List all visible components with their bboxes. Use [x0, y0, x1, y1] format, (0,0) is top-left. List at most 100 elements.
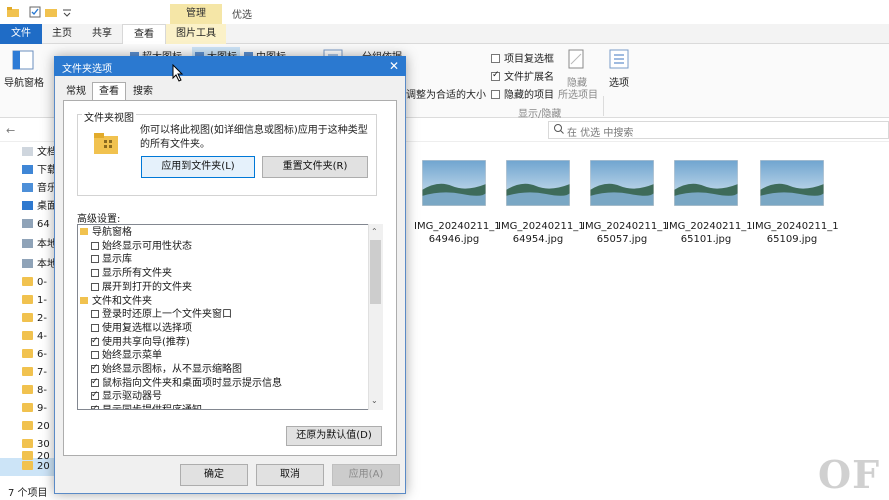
nav-item[interactable]: 本地: [22, 236, 54, 254]
nav-item[interactable]: 下载: [22, 162, 54, 180]
nav-item[interactable]: 8-: [22, 382, 54, 400]
advanced-settings-list[interactable]: 导航窗格 始终显示可用性状态 显示库 显示所有文件夹 展开到打开的文件夹 文件和文件夹 登录…: [77, 224, 383, 410]
hidden-items-checkbox[interactable]: [491, 90, 500, 99]
nav-item[interactable]: 20: [22, 418, 54, 436]
nav-item[interactable]: 音乐: [22, 180, 54, 198]
nav-item[interactable]: 20: [22, 458, 54, 476]
apply-to-folders-button[interactable]: 应用到文件夹(L): [141, 156, 255, 178]
new-folder-icon[interactable]: [44, 5, 58, 19]
nav-item[interactable]: 4-: [22, 328, 54, 346]
option-checkbox[interactable]: [91, 389, 99, 403]
image-thumbnail[interactable]: [674, 160, 738, 206]
file-extensions-checkbox[interactable]: [491, 70, 500, 81]
option-checkbox[interactable]: [91, 241, 99, 250]
hide-selected-icon[interactable]: [566, 48, 586, 72]
advanced-option[interactable]: 显示同步提供程序通知: [91, 403, 202, 409]
apply-button[interactable]: 应用(A): [332, 464, 400, 486]
folder-icon: [22, 385, 33, 394]
option-checkbox[interactable]: [91, 310, 99, 319]
image-thumbnail[interactable]: [506, 160, 570, 206]
options-icon[interactable]: [608, 48, 630, 70]
advanced-option[interactable]: 使用复选框以选择项: [91, 322, 192, 336]
drive-icon: [22, 259, 33, 268]
image-thumbnail[interactable]: [590, 160, 654, 206]
advanced-option[interactable]: 始终显示菜单: [91, 349, 162, 363]
nav-item[interactable]: 0-: [22, 274, 54, 292]
file-name[interactable]: IMG_20240211_1 64946.jpg: [414, 220, 501, 246]
nav-item[interactable]: 文档: [22, 144, 54, 162]
scrollbar-thumb[interactable]: [370, 240, 381, 304]
fit-columns-button[interactable]: 调整为合适的大小: [406, 86, 486, 101]
advanced-option[interactable]: 使用共享向导(推荐): [91, 335, 190, 350]
nav-item[interactable]: 9-: [22, 400, 54, 418]
customize-toolbar-icon[interactable]: [60, 5, 74, 19]
advanced-item-label: 显示所有文件夹: [102, 268, 172, 280]
advanced-item-label: 鼠标指向文件夹和桌面项时显示提示信息: [102, 377, 282, 389]
reset-folders-button[interactable]: 重置文件夹(R): [262, 156, 368, 178]
file-extensions-toggle[interactable]: 文件扩展名: [491, 68, 554, 83]
folder-icon: [22, 331, 33, 340]
advanced-option[interactable]: 显示库: [91, 253, 132, 267]
advanced-option[interactable]: 登录时还原上一个文件夹窗口: [91, 308, 232, 322]
tab-file[interactable]: 文件: [0, 24, 42, 44]
option-checkbox[interactable]: [91, 362, 99, 376]
image-thumbnail[interactable]: [760, 160, 824, 206]
advanced-item-label: 文件和文件夹: [92, 295, 152, 307]
advanced-option[interactable]: 显示驱动器号: [91, 389, 162, 404]
item-checkboxes-toggle[interactable]: 项目复选框: [491, 50, 554, 65]
nav-item[interactable]: 桌面: [22, 198, 54, 216]
back-arrow-icon[interactable]: ←: [6, 124, 15, 137]
nav-item[interactable]: 6-: [22, 346, 54, 364]
hide-selected-label-2[interactable]: 所选项目: [558, 86, 598, 101]
file-name[interactable]: IMG_20240211_1 65101.jpg: [666, 220, 753, 246]
folder-icon: [22, 295, 33, 304]
tab-picture-tools[interactable]: 图片工具: [166, 24, 226, 44]
nav-item-label: 7-: [37, 367, 47, 378]
advanced-item-label: 始终显示图标，从不显示缩略图: [102, 364, 242, 375]
tab-view[interactable]: 查看: [122, 24, 166, 45]
advanced-item-label: 使用共享向导(推荐): [102, 336, 190, 348]
image-thumbnail[interactable]: [422, 160, 486, 206]
cancel-button[interactable]: 取消: [256, 464, 324, 486]
nav-item[interactable]: 本地: [22, 256, 54, 274]
file-name[interactable]: IMG_20240211_1 65109.jpg: [752, 220, 839, 246]
navigation-pane-icon[interactable]: [12, 50, 34, 70]
advanced-option[interactable]: 显示所有文件夹: [91, 267, 172, 281]
nav-item-label: 1-: [37, 295, 47, 306]
properties-icon[interactable]: [28, 5, 42, 19]
option-checkbox[interactable]: [91, 255, 99, 264]
download-icon: [22, 165, 33, 174]
option-checkbox[interactable]: [91, 282, 99, 291]
advanced-option[interactable]: 始终显示图标，从不显示缩略图: [91, 362, 242, 377]
file-name[interactable]: IMG_20240211_1 65057.jpg: [582, 220, 669, 246]
option-checkbox[interactable]: [91, 376, 99, 389]
hidden-items-toggle[interactable]: 隐藏的项目: [491, 86, 554, 101]
option-checkbox[interactable]: [91, 269, 99, 278]
option-checkbox[interactable]: [91, 323, 99, 332]
tab-view-dialog[interactable]: 查看: [92, 82, 126, 100]
tab-share[interactable]: 共享: [82, 24, 122, 44]
scroll-up-icon[interactable]: ⌃: [371, 227, 378, 236]
advanced-option[interactable]: 始终显示可用性状态: [91, 240, 192, 254]
nav-item[interactable]: 7-: [22, 364, 54, 382]
option-checkbox[interactable]: [91, 335, 99, 348]
options-button[interactable]: 选项: [609, 74, 629, 89]
navigation-pane-button[interactable]: 导航窗格: [4, 74, 44, 89]
advanced-option[interactable]: 鼠标指向文件夹和桌面项时显示提示信息: [91, 376, 282, 391]
nav-item[interactable]: 1-: [22, 292, 54, 310]
option-checkbox[interactable]: [91, 351, 99, 360]
nav-item-label: 本地: [37, 239, 54, 250]
file-name[interactable]: IMG_20240211_1 64954.jpg: [498, 220, 585, 246]
scroll-down-icon[interactable]: ⌄: [371, 396, 378, 405]
close-icon[interactable]: ✕: [386, 58, 402, 74]
nav-item[interactable]: 2-: [22, 310, 54, 328]
advanced-option[interactable]: 展开到打开的文件夹: [91, 281, 192, 295]
restore-defaults-button[interactable]: 还原为默认值(D): [286, 426, 382, 446]
item-checkboxes-checkbox[interactable]: [491, 54, 500, 63]
tab-home[interactable]: 主页: [42, 24, 82, 44]
option-checkbox[interactable]: [91, 403, 99, 409]
tab-general[interactable]: 常规: [60, 83, 92, 100]
ok-button[interactable]: 确定: [180, 464, 248, 486]
tab-search[interactable]: 搜索: [126, 83, 160, 100]
nav-item[interactable]: 64: [22, 216, 54, 234]
